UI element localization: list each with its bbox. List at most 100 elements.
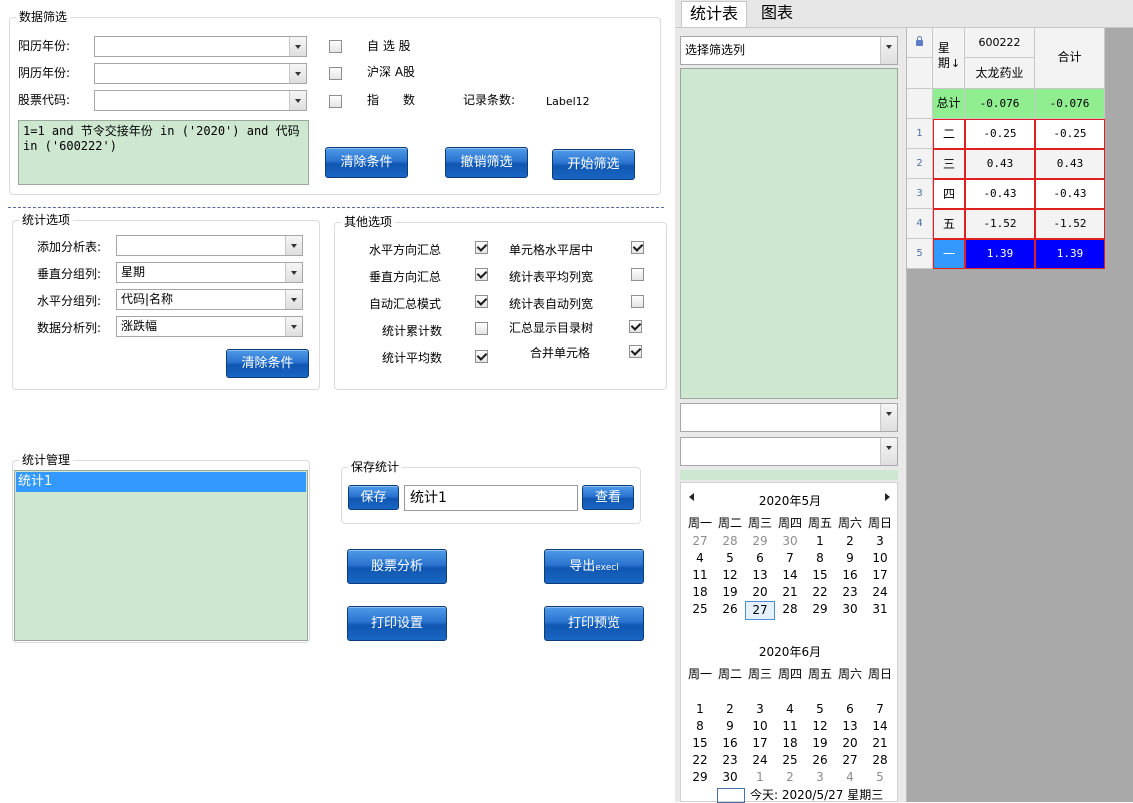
chevron-down-icon[interactable] (880, 404, 897, 431)
solar-year-combo[interactable] (94, 36, 307, 57)
table-cell[interactable]: -0.25 (965, 119, 1035, 149)
chevron-down-icon[interactable] (285, 263, 302, 282)
day-cell[interactable]: 18 (775, 735, 805, 752)
chevron-down-icon[interactable] (880, 37, 897, 64)
hushen-a-checkbox[interactable] (329, 67, 342, 80)
today-cell[interactable]: 27 (745, 601, 775, 620)
chevron-down-icon[interactable] (285, 290, 302, 309)
day-cell[interactable]: 11 (685, 567, 715, 584)
clear-filter-button[interactable]: 清除条件 (325, 147, 408, 178)
day-cell[interactable]: 21 (865, 735, 895, 752)
total-header[interactable]: 合计 (1035, 28, 1105, 89)
lunar-year-combo[interactable] (94, 63, 307, 84)
day-cell[interactable]: 28 (715, 533, 745, 550)
day-cell[interactable]: 8 (685, 718, 715, 735)
day-cell[interactable]: 27 (835, 752, 865, 769)
day-cell[interactable]: 28 (775, 601, 805, 620)
view-button[interactable]: 查看 (582, 485, 634, 510)
day-cell[interactable]: 7 (865, 701, 895, 718)
day-cell[interactable]: 26 (805, 752, 835, 769)
day-cell[interactable]: 1 (805, 533, 835, 550)
hgroup-combo[interactable]: 代码|名称 (116, 289, 303, 310)
chevron-down-icon[interactable] (289, 37, 306, 56)
option-checkbox[interactable] (631, 268, 644, 281)
table-row-label[interactable]: 五 (933, 209, 965, 239)
day-cell[interactable]: 25 (685, 601, 715, 620)
day-cell[interactable]: 15 (805, 567, 835, 584)
day-cell[interactable]: 14 (865, 718, 895, 735)
day-cell[interactable]: 2 (715, 701, 745, 718)
filter-column-combo[interactable]: 选择筛选列 (680, 36, 898, 65)
table-row-label[interactable]: 三 (933, 149, 965, 179)
start-filter-button[interactable]: 开始筛选 (552, 149, 635, 180)
day-cell[interactable]: 2 (835, 533, 865, 550)
table-cell[interactable]: 1.39 (1035, 239, 1105, 269)
day-cell[interactable]: 14 (775, 567, 805, 584)
table-row-label[interactable]: 总计 (933, 89, 965, 119)
day-cell[interactable]: 29 (745, 533, 775, 550)
row-index[interactable]: 2 (907, 149, 933, 179)
row-index[interactable]: 3 (907, 179, 933, 209)
result-grid[interactable]: 星期↓ 600222 太龙药业 合计 总计 -0.076 -0.076 1 二 … (907, 28, 1133, 802)
day-cell[interactable]: 30 (775, 533, 805, 550)
chevron-down-icon[interactable] (289, 64, 306, 83)
sort-down-icon[interactable]: ↓ (951, 57, 960, 70)
day-cell[interactable]: 16 (715, 735, 745, 752)
day-cell[interactable]: 22 (685, 752, 715, 769)
table-row-label[interactable]: 四 (933, 179, 965, 209)
option-checkbox[interactable] (475, 295, 488, 308)
day-cell[interactable]: 30 (835, 601, 865, 620)
secondary-combo[interactable] (680, 403, 898, 432)
vgroup-combo[interactable]: 星期 (116, 262, 303, 283)
day-cell[interactable]: 5 (865, 769, 895, 786)
chevron-down-icon[interactable] (289, 91, 306, 110)
day-cell[interactable]: 4 (775, 701, 805, 718)
table-cell[interactable]: -0.076 (965, 89, 1035, 119)
calendar[interactable]: 2020年5月 周一 周二 周三 周四 周五 周六 周日 27 28 29 30 1 2 3 45678… (680, 482, 898, 803)
table-cell[interactable]: 0.43 (965, 149, 1035, 179)
data-col-combo[interactable]: 涨跌幅 (116, 316, 303, 337)
day-cell[interactable]: 19 (715, 584, 745, 601)
stock-code-combo[interactable] (94, 90, 307, 111)
table-cell[interactable]: -0.25 (1035, 119, 1105, 149)
weekday-header[interactable]: 星期↓ (933, 28, 965, 89)
day-cell[interactable]: 13 (835, 718, 865, 735)
day-cell[interactable]: 27 (685, 533, 715, 550)
table-cell[interactable]: -1.52 (965, 209, 1035, 239)
add-table-combo[interactable] (116, 235, 303, 256)
row-index[interactable]: 5 (907, 239, 933, 269)
option-checkbox[interactable] (475, 268, 488, 281)
day-cell[interactable]: 12 (805, 718, 835, 735)
option-checkbox[interactable] (629, 320, 642, 333)
index-checkbox[interactable] (329, 95, 342, 108)
day-cell[interactable]: 24 (865, 584, 895, 601)
table-cell[interactable]: 0.43 (1035, 149, 1105, 179)
day-cell[interactable]: 21 (775, 584, 805, 601)
day-cell[interactable]: 20 (835, 735, 865, 752)
day-cell[interactable]: 3 (745, 701, 775, 718)
day-cell[interactable]: 9 (835, 550, 865, 567)
day-cell[interactable]: 19 (805, 735, 835, 752)
option-checkbox[interactable] (475, 241, 488, 254)
day-cell[interactable]: 5 (805, 701, 835, 718)
table-row-label[interactable]: 二 (933, 119, 965, 149)
day-cell[interactable]: 20 (745, 584, 775, 601)
day-cell[interactable]: 10 (745, 718, 775, 735)
print-setup-button[interactable]: 打印设置 (347, 606, 447, 641)
day-cell[interactable]: 10 (865, 550, 895, 567)
save-button[interactable]: 保存 (348, 485, 399, 510)
today-box[interactable] (717, 788, 745, 803)
table-cell[interactable]: -0.43 (965, 179, 1035, 209)
stat-name-input[interactable]: 统计1 (404, 485, 578, 511)
export-excel-button[interactable]: 导出execl (544, 549, 644, 584)
day-cell[interactable]: 29 (805, 601, 835, 620)
day-cell[interactable]: 15 (685, 735, 715, 752)
stock-analysis-button[interactable]: 股票分析 (347, 549, 447, 584)
day-cell[interactable]: 31 (865, 601, 895, 620)
day-cell[interactable]: 29 (685, 769, 715, 786)
table-cell[interactable]: -1.52 (1035, 209, 1105, 239)
day-cell[interactable]: 26 (715, 601, 745, 620)
day-cell[interactable]: 4 (685, 550, 715, 567)
row-index[interactable]: 1 (907, 119, 933, 149)
option-checkbox[interactable] (629, 345, 642, 358)
